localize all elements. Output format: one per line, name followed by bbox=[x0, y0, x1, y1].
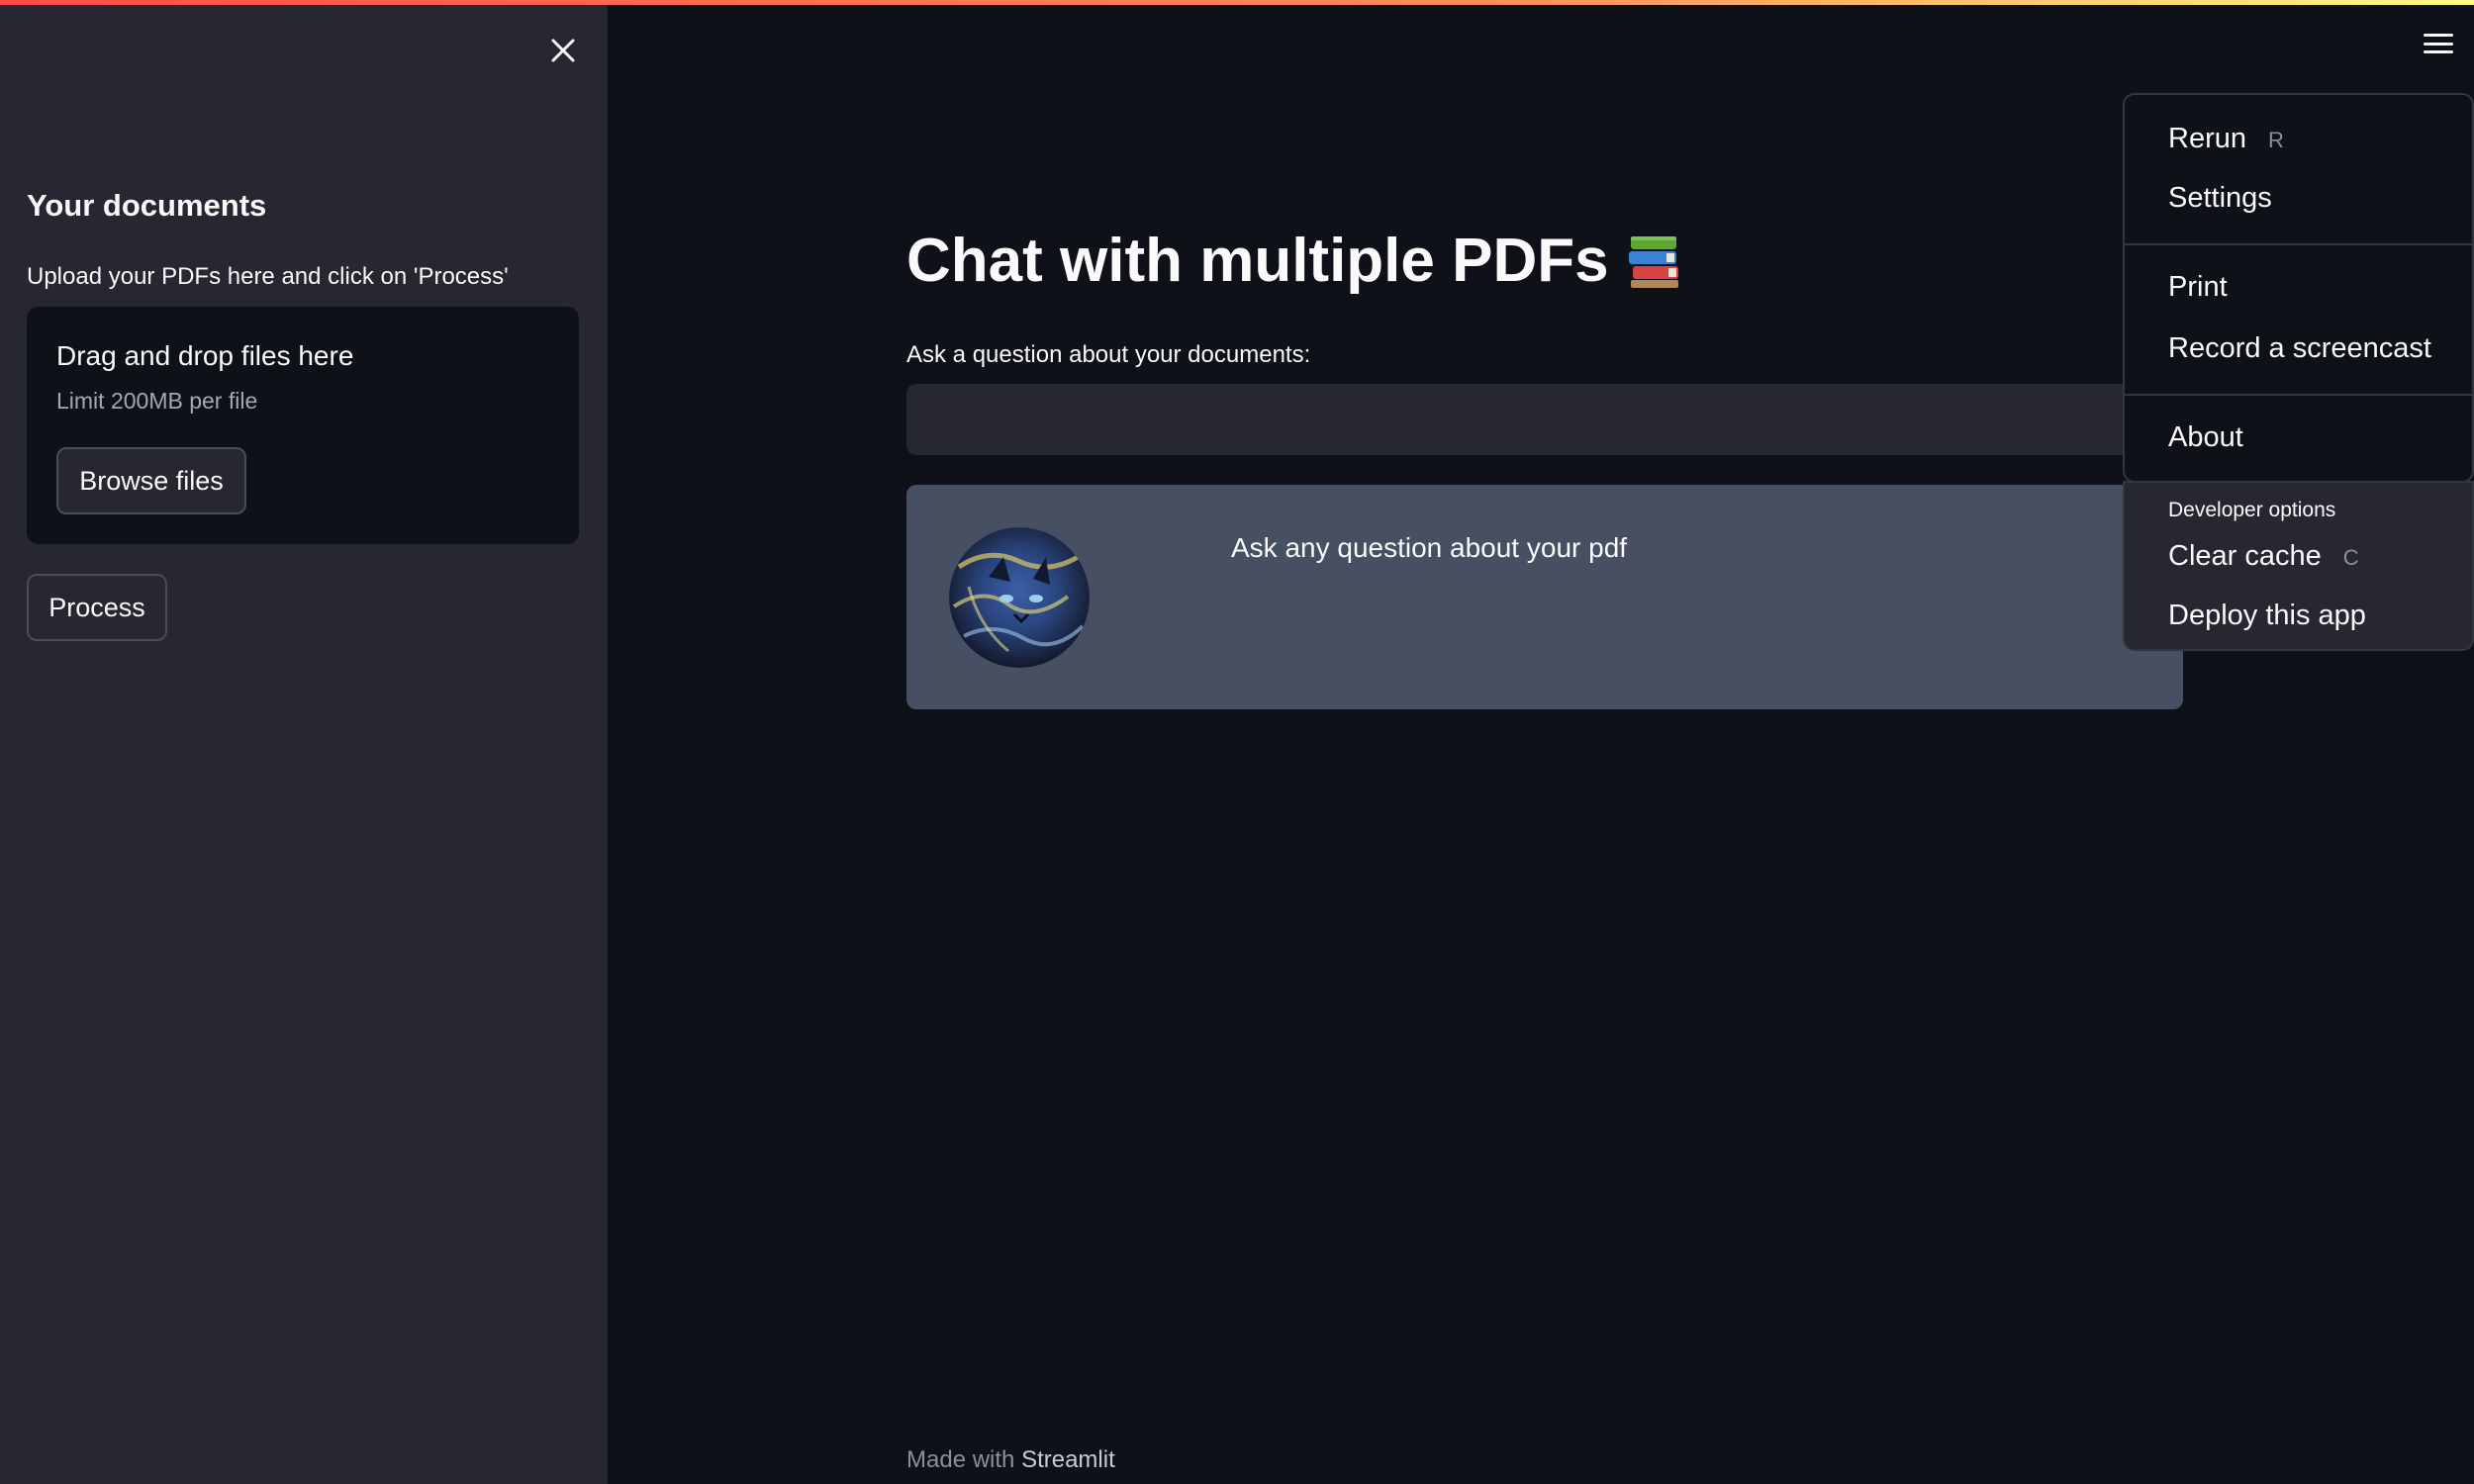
question-input[interactable] bbox=[906, 384, 2183, 455]
main-menu-button[interactable] bbox=[2421, 28, 2456, 59]
hamburger-icon-bar bbox=[2424, 42, 2453, 46]
menu-item-about[interactable]: About bbox=[2168, 421, 2243, 454]
menu-divider bbox=[2125, 394, 2474, 396]
menu-shortcut: C bbox=[2342, 545, 2359, 570]
developer-options-title: Developer options bbox=[2168, 499, 2336, 521]
hamburger-icon bbox=[2424, 34, 2453, 37]
menu-divider bbox=[2125, 243, 2474, 245]
menu-item-label: Record a screencast bbox=[2168, 332, 2431, 364]
menu-item-deploy-app[interactable]: Deploy this app bbox=[2168, 600, 2366, 632]
menu-item-label: About bbox=[2168, 421, 2243, 453]
page-title-text: Chat with multiple PDFs bbox=[906, 227, 1609, 295]
page-title: Chat with multiple PDFs bbox=[906, 226, 1684, 296]
menu-item-label: Settings bbox=[2168, 182, 2272, 214]
bot-message-text: Ask any question about your pdf bbox=[1231, 532, 1628, 563]
bot-avatar bbox=[949, 527, 1090, 668]
file-dropzone[interactable]: Drag and drop files here Limit 200MB per… bbox=[27, 307, 579, 544]
menu-item-label: Rerun bbox=[2168, 123, 2246, 154]
browse-files-button[interactable]: Browse files bbox=[56, 447, 246, 514]
dropzone-title: Drag and drop files here bbox=[56, 340, 354, 371]
question-label: Ask a question about your documents: bbox=[906, 341, 1311, 368]
menu-item-rerun[interactable]: Rerun R bbox=[2168, 123, 2284, 155]
upload-label: Upload your PDFs here and click on 'Proc… bbox=[27, 263, 509, 290]
developer-options-menu: Developer options Clear cache C Deploy th… bbox=[2123, 481, 2474, 651]
streamlit-link[interactable]: Streamlit bbox=[1021, 1446, 1115, 1473]
sidebar-heading: Your documents bbox=[27, 188, 267, 223]
process-button[interactable]: Process bbox=[27, 574, 167, 641]
menu-item-clear-cache[interactable]: Clear cache C bbox=[2168, 540, 2359, 573]
footer-made-with: Made with bbox=[906, 1446, 1015, 1473]
bot-chat-message: Ask any question about your pdf bbox=[906, 485, 2183, 709]
top-decoration-bar bbox=[0, 0, 2474, 5]
menu-shortcut: R bbox=[2268, 128, 2284, 152]
dropzone-limit: Limit 200MB per file bbox=[56, 388, 258, 414]
menu-item-print[interactable]: Print bbox=[2168, 271, 2228, 304]
hamburger-icon-bar bbox=[2424, 50, 2453, 53]
close-sidebar-button[interactable] bbox=[542, 30, 584, 71]
menu-item-record-screencast[interactable]: Record a screencast bbox=[2168, 332, 2431, 365]
avatar-image bbox=[949, 527, 1090, 668]
close-icon bbox=[551, 39, 575, 62]
main-menu-dropdown: Rerun R Settings Print Record a screencas… bbox=[2123, 93, 2474, 483]
menu-item-settings[interactable]: Settings bbox=[2168, 182, 2272, 215]
footer: Made with Streamlit bbox=[906, 1446, 1115, 1474]
menu-item-label: Print bbox=[2168, 271, 2228, 303]
menu-item-label: Deploy this app bbox=[2168, 600, 2366, 631]
sidebar: Your documents Upload your PDFs here and… bbox=[0, 0, 608, 1484]
books-icon bbox=[1628, 235, 1678, 288]
menu-item-label: Clear cache bbox=[2168, 540, 2322, 572]
